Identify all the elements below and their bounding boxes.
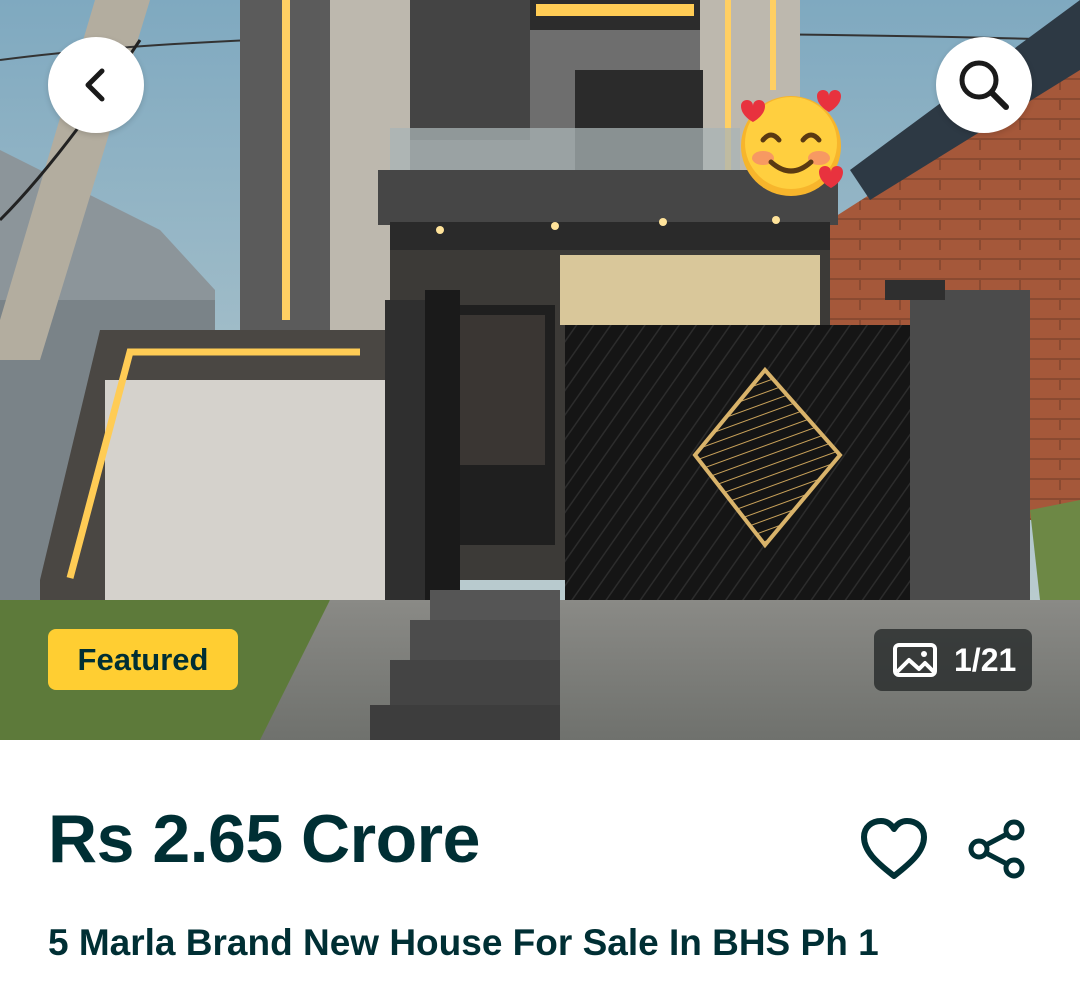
listing-photo[interactable]: Featured 1/21 (0, 0, 1080, 740)
featured-badge: Featured (48, 629, 238, 690)
favorite-button[interactable] (858, 816, 930, 882)
listing-price: Rs 2.65 Crore (48, 801, 480, 877)
featured-badge-label: Featured (77, 641, 209, 677)
photo-counter[interactable]: 1/21 (874, 629, 1032, 691)
listing-title: 5 Marla Brand New House For Sale In BHS … (48, 922, 879, 963)
search-icon (959, 60, 1009, 110)
chevron-left-icon (85, 68, 105, 102)
share-icon (968, 819, 1025, 879)
share-button[interactable] (966, 818, 1028, 880)
search-button[interactable] (936, 37, 1032, 133)
heart-icon (861, 818, 927, 879)
image-icon (893, 643, 937, 677)
smiling-face-with-hearts-emoji (741, 90, 843, 196)
back-button[interactable] (48, 37, 144, 133)
photo-counter-text: 1/21 (954, 641, 1017, 678)
